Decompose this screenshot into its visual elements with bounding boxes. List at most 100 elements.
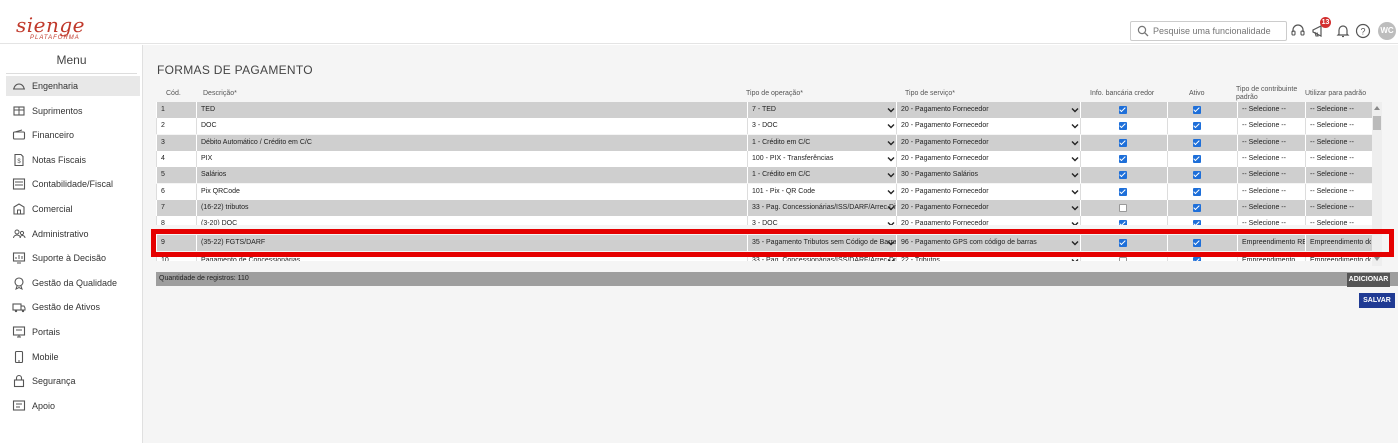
chevron-down-icon[interactable] [887,122,895,130]
info-bancaria-checkbox[interactable] [1119,187,1127,196]
cell-descricao[interactable]: PIX [196,150,747,167]
table-row[interactable]: 10 Pagamento de Concessionárias 33 - Pag. … [156,252,1382,261]
chevron-down-icon[interactable] [1071,171,1079,179]
table-row[interactable]: 5 Salários 1 - Crédito em C/C 30 - Pagament… [156,167,1382,184]
scrollbar-thumb[interactable] [1373,116,1381,130]
chevron-down-icon[interactable] [887,139,895,147]
headset-icon[interactable] [1290,23,1306,39]
select-tipo-operacao[interactable]: 33 - Pag. Concessionárias/ISS/DARF/Arrec… [747,199,896,216]
table-scrollbar[interactable] [1372,102,1382,266]
chevron-down-icon[interactable] [887,257,895,261]
select-utilizar-padrao[interactable]: Empreendimento do t [1305,252,1371,261]
sidebar-item-apoio[interactable]: Apoio [6,396,140,416]
chevron-down-icon[interactable] [1071,155,1079,163]
search-input[interactable] [1153,24,1283,38]
select-utilizar-padrao[interactable]: -- Selecione -- [1305,134,1371,151]
select-tipo-servico[interactable]: 20 - Pagamento Fornecedor [896,199,1080,216]
select-tipo-contribuinte[interactable]: -- Selecione -- [1237,134,1305,151]
select-tipo-servico[interactable]: 20 - Pagamento Fornecedor [896,134,1080,151]
ativo-checkbox[interactable] [1193,171,1201,180]
info-bancaria-checkbox[interactable] [1119,220,1127,226]
select-utilizar-padrao[interactable]: -- Selecione -- [1305,150,1371,167]
table-row[interactable]: 2 DOC 3 - DOC 20 - Pagamento Fornecedor -- S… [156,118,1382,135]
chevron-down-icon[interactable] [887,188,895,196]
sidebar-item-engenharia[interactable]: Engenharia [6,76,140,96]
select-tipo-servico[interactable]: 20 - Pagamento Fornecedor [896,183,1080,200]
sidebar-item-suporte-decis-o[interactable]: Suporte à Decisão [6,248,140,268]
select-tipo-operacao[interactable]: 7 - TED [747,102,896,118]
select-tipo-servico[interactable]: 20 - Pagamento Fornecedor [896,118,1080,135]
chevron-down-icon[interactable] [1071,220,1079,226]
sidebar-item-portais[interactable]: Portais [6,322,140,342]
chevron-down-icon[interactable] [1071,188,1079,196]
info-bancaria-checkbox[interactable] [1119,154,1127,163]
select-utilizar-padrao[interactable]: -- Selecione -- [1305,167,1371,184]
select-tipo-contribuinte[interactable]: Empreendimento [1237,252,1305,261]
select-tipo-contribuinte[interactable]: -- Selecione -- [1237,150,1305,167]
info-bancaria-checkbox[interactable] [1119,122,1127,131]
chevron-down-icon[interactable] [887,106,895,114]
select-tipo-operacao[interactable]: 101 - Pix - QR Code [747,183,896,200]
table-row[interactable]: 8 (3-20) DOC 3 - DOC 20 - Pagamento Fornece… [156,216,1382,226]
select-utilizar-padrao[interactable]: -- Selecione -- [1305,183,1371,200]
ativo-checkbox[interactable] [1193,154,1201,163]
select-tipo-operacao[interactable]: 100 - PIX - Transferências [747,150,896,167]
info-bancaria-checkbox[interactable] [1119,256,1127,261]
ativo-checkbox[interactable] [1193,203,1201,212]
select-tipo-operacao[interactable]: 1 - Crédito em C/C [747,134,896,151]
chevron-down-icon[interactable] [1071,139,1079,147]
info-bancaria-checkbox[interactable] [1119,171,1127,180]
chevron-down-icon[interactable] [1071,239,1079,247]
ativo-checkbox[interactable] [1193,220,1201,226]
select-tipo-contribuinte[interactable]: -- Selecione -- [1237,183,1305,200]
scroll-up-icon[interactable] [1373,104,1381,112]
select-tipo-servico[interactable]: 20 - Pagamento Fornecedor [896,216,1080,226]
table-row[interactable]: 6 Pix QRCode 101 - Pix - QR Code 20 - Pagam… [156,183,1382,200]
select-tipo-operacao[interactable]: 35 - Pagamento Tributos sem Código de Ba… [747,234,896,251]
ativo-checkbox[interactable] [1193,187,1201,196]
info-bancaria-checkbox[interactable] [1119,106,1127,114]
chevron-down-icon[interactable] [1071,106,1079,114]
select-tipo-servico[interactable]: 20 - Pagamento Fornecedor [896,102,1080,118]
table-row[interactable]: 7 (16-22) tributos 33 - Pag. Concessionári… [156,199,1382,216]
info-bancaria-checkbox[interactable] [1119,138,1127,147]
info-bancaria-checkbox[interactable] [1119,238,1127,247]
select-tipo-contribuinte[interactable]: -- Selecione -- [1237,216,1305,226]
select-tipo-servico[interactable]: 20 - Pagamento Fornecedor [896,150,1080,167]
ativo-checkbox[interactable] [1193,122,1201,131]
select-tipo-operacao[interactable]: 3 - DOC [747,118,896,135]
select-tipo-servico[interactable]: 30 - Pagamento Salários [896,167,1080,184]
help-icon[interactable]: ? [1355,23,1371,39]
sidebar-item-mobile[interactable]: Mobile [6,347,140,367]
chevron-down-icon[interactable] [1071,204,1079,212]
info-bancaria-checkbox[interactable] [1119,203,1127,212]
select-utilizar-padrao[interactable]: -- Selecione -- [1305,216,1371,226]
select-tipo-contribuinte[interactable]: Empreendimento RET [1237,234,1305,251]
sidebar-item-administrativo[interactable]: Administrativo [6,224,140,244]
select-utilizar-padrao[interactable]: -- Selecione -- [1305,118,1371,135]
table-row[interactable]: 3 Débito Automático / Crédito em C/C 1 - C… [156,134,1382,151]
select-utilizar-padrao[interactable]: -- Selecione -- [1305,102,1371,118]
cell-descricao[interactable]: (3-20) DOC [196,216,747,226]
cell-descricao[interactable]: Salários [196,167,747,184]
select-tipo-operacao[interactable]: 1 - Crédito em C/C [747,167,896,184]
cell-descricao[interactable]: Pix QRCode [196,183,747,200]
select-tipo-operacao[interactable]: 33 - Pag. Concessionárias/ISS/DARF/Arrec… [747,252,896,261]
table-row[interactable]: 1 TED 7 - TED 20 - Pagamento Fornecedor -- S… [156,102,1382,118]
select-tipo-contribuinte[interactable]: -- Selecione -- [1237,118,1305,135]
save-button[interactable]: SALVAR [1359,293,1395,308]
sienge-logo[interactable]: sienge PLATAFORMA [16,15,85,42]
cell-descricao[interactable]: (16-22) tributos [196,199,747,216]
sidebar-item-financeiro[interactable]: Financeiro [6,125,140,145]
sidebar-item-seguran-a[interactable]: Segurança [6,371,140,391]
select-tipo-servico[interactable]: 96 - Pagamento GPS com código de barras [896,234,1080,251]
chevron-down-icon[interactable] [887,155,895,163]
ativo-checkbox[interactable] [1193,256,1201,261]
select-tipo-contribuinte[interactable]: -- Selecione -- [1237,199,1305,216]
chevron-down-icon[interactable] [887,204,895,212]
search-box[interactable] [1130,21,1287,41]
sidebar-item-notas-fiscais[interactable]: $ Notas Fiscais [6,150,140,170]
select-utilizar-padrao[interactable]: -- Selecione -- [1305,199,1371,216]
sidebar-item-gest-o-de-ativos[interactable]: Gestão de Ativos [6,297,140,317]
chevron-down-icon[interactable] [1071,257,1079,261]
